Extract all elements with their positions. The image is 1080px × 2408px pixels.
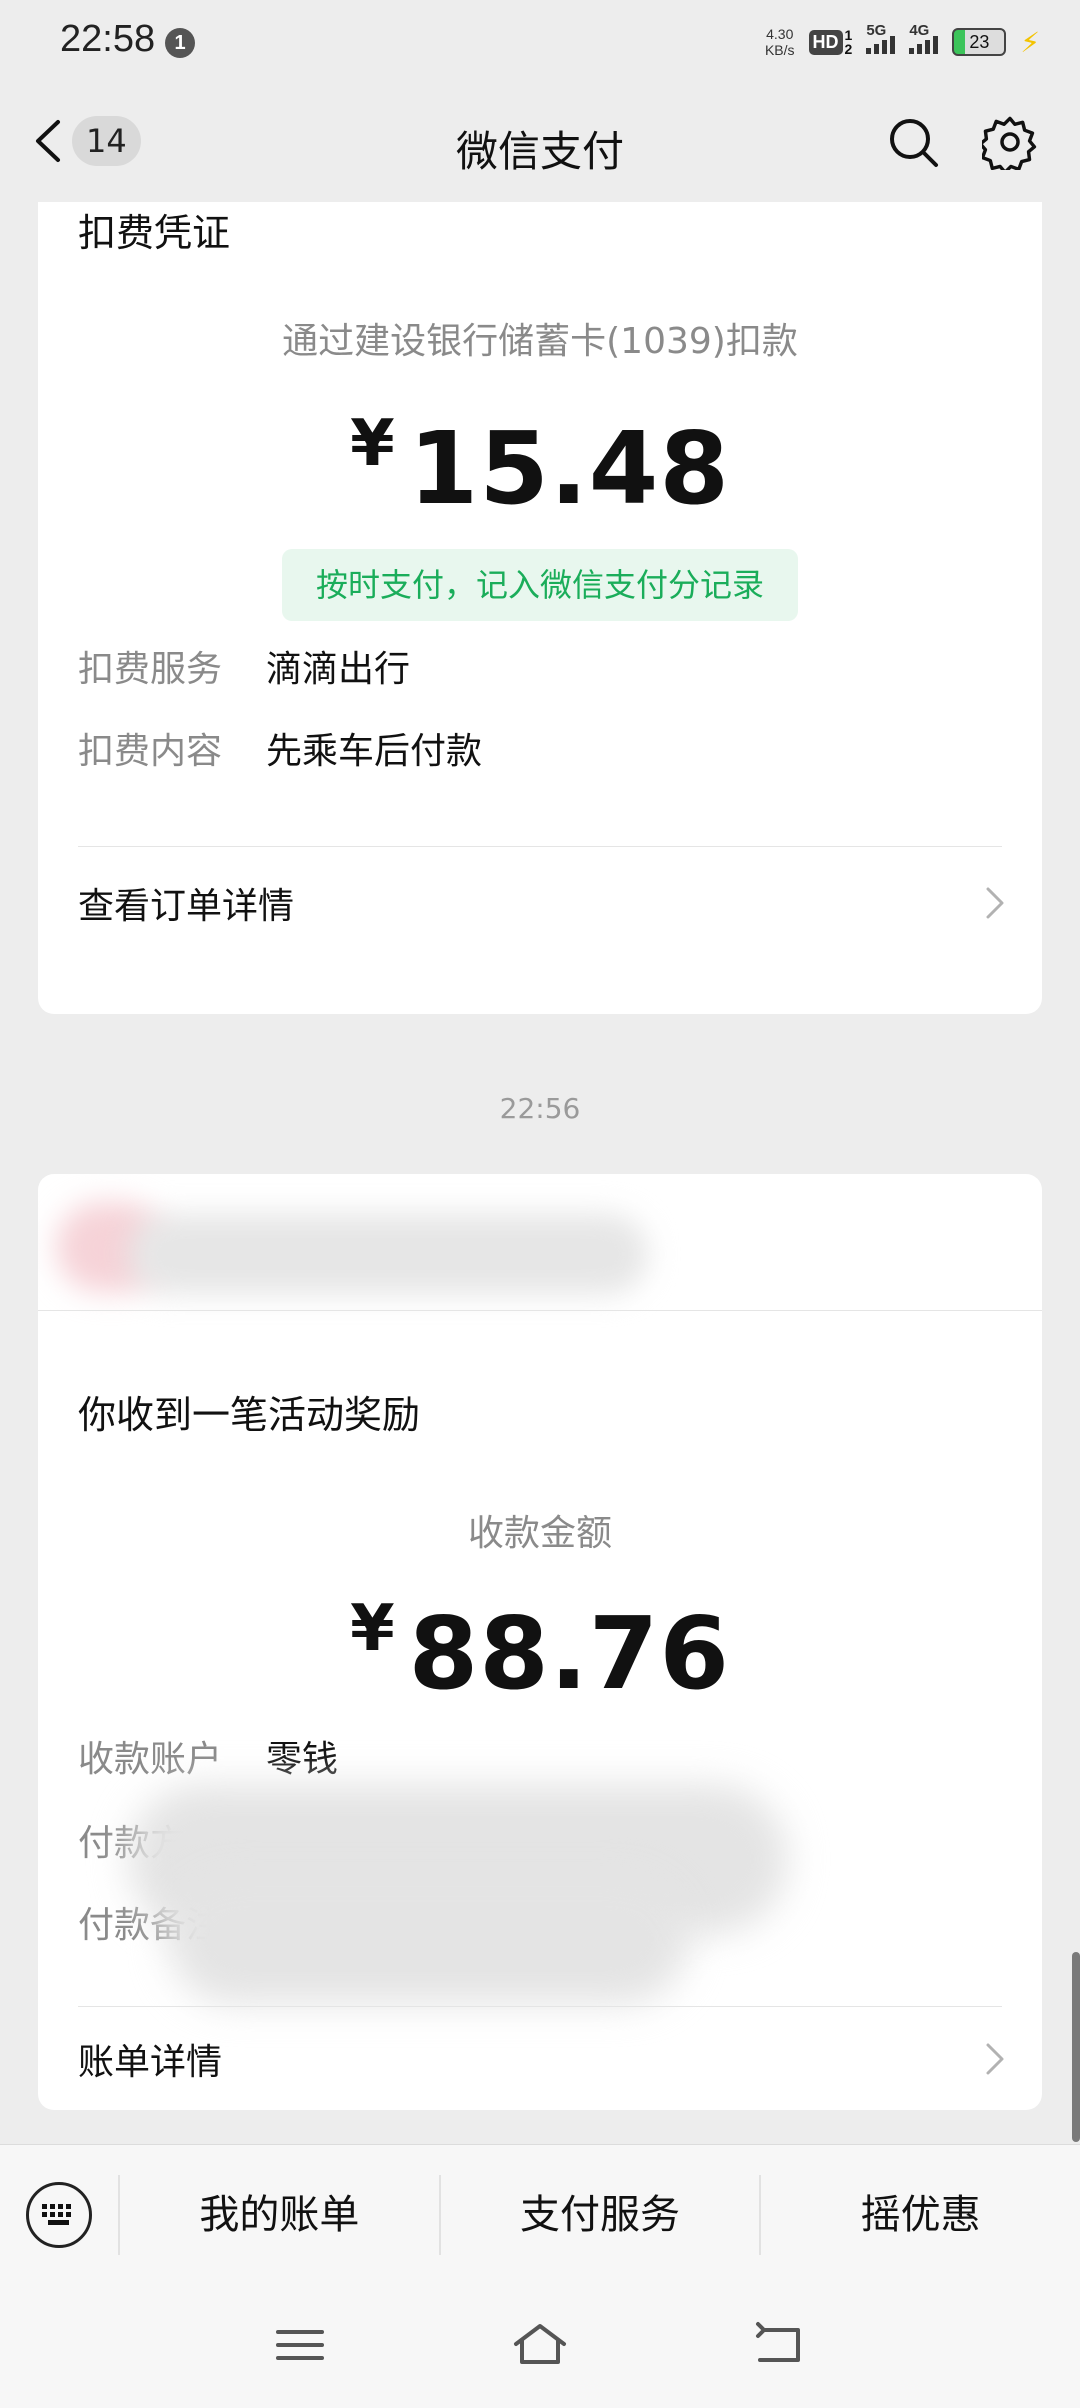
hd-badge: HD — [808, 29, 843, 55]
sim1-label: 1 — [844, 27, 853, 43]
redaction-overlay — [168, 1874, 688, 2004]
detail-label: 扣费内容 — [78, 731, 223, 772]
amount: ¥88.76 — [38, 1592, 1042, 1712]
status-bar: 22:58 1 4.30 KB/s HD 1 2 5G 4G 23 ⚡ — [0, 0, 1080, 80]
message-list[interactable]: 扣费凭证 通过建设银行储蓄卡(1039)扣款 ¥15.48 按时支付，记入微信支… — [0, 202, 1080, 2144]
payscore-badge: 按时支付，记入微信支付分记录 — [282, 549, 798, 621]
amount-value: 88.76 — [408, 1595, 730, 1712]
deduction-voucher-card[interactable]: 扣费凭证 通过建设银行储蓄卡(1039)扣款 ¥15.48 按时支付，记入微信支… — [38, 202, 1042, 1014]
link-label: 账单详情 — [78, 2041, 223, 2083]
amount: ¥15.48 — [38, 407, 1042, 527]
received-amount-label: 收款金额 — [467, 1513, 612, 1554]
menu-shake-offers[interactable]: 摇优惠 — [759, 2174, 1080, 2255]
nav-bar: 14 微信支付 — [0, 80, 1080, 202]
signal1-label: 5G — [866, 22, 887, 39]
view-order-details-link[interactable]: 查看订单详情 — [78, 847, 1006, 959]
chevron-right-icon — [986, 887, 1004, 919]
signal-5g-icon: 5G — [866, 22, 896, 54]
hd-indicator: HD 1 2 — [808, 28, 853, 56]
detail-value: 零钱 — [266, 1739, 339, 1780]
sim2-label: 2 — [844, 41, 853, 57]
reward-notification-card[interactable]: 你收到一笔活动奖励 收款金额 ¥88.76 收款账户 零钱 付款方 付款备注 账… — [38, 1174, 1042, 2110]
divider — [38, 1310, 1042, 1311]
currency-symbol: ¥ — [350, 1592, 395, 1666]
card-title: 你收到一笔活动奖励 — [78, 1393, 421, 1437]
sender-header[interactable] — [38, 1174, 1042, 1310]
status-indicators: 4.30 KB/s HD 1 2 5G 4G 23 ⚡ — [765, 22, 1040, 62]
battery-icon: 23 — [952, 28, 1007, 56]
system-navigation-bar — [0, 2284, 1080, 2408]
keyboard-icon — [26, 2181, 92, 2248]
card-title: 扣费凭证 — [78, 211, 231, 255]
network-speed-unit: KB/s — [764, 42, 795, 58]
sim-slots: 1 2 — [845, 28, 853, 56]
detail-row: 收款账户 零钱 — [78, 1730, 1002, 1780]
message-timestamp: 22:56 — [499, 1092, 581, 1125]
detail-value: 先乘车后付款 — [266, 731, 483, 772]
network-speed-value: 4.30 — [766, 26, 794, 42]
menu-payment-services[interactable]: 支付服务 — [438, 2174, 760, 2255]
currency-symbol: ¥ — [350, 407, 395, 481]
detail-label: 收款账户 — [78, 1739, 223, 1780]
notification-count-badge: 1 — [165, 28, 195, 58]
link-label: 查看订单详情 — [78, 886, 295, 927]
menu-my-bills[interactable]: 我的账单 — [118, 2174, 439, 2255]
detail-row: 扣费服务 滴滴出行 — [78, 640, 1002, 690]
charging-icon: ⚡ — [1020, 25, 1040, 59]
gear-icon[interactable] — [982, 114, 1038, 170]
search-icon[interactable] — [885, 114, 941, 170]
deduction-method: 通过建设银行储蓄卡(1039)扣款 — [282, 321, 798, 362]
amount-value: 15.48 — [408, 410, 730, 527]
detail-row: 扣费内容 先乘车后付款 — [78, 722, 1002, 772]
detail-value: 滴滴出行 — [266, 649, 411, 690]
sender-name-redacted — [128, 1214, 648, 1294]
signal2-label: 4G — [909, 22, 930, 39]
bill-details-link[interactable]: 账单详情 — [78, 2007, 1006, 2110]
menu-icon[interactable] — [270, 2320, 330, 2370]
back-arrow-icon[interactable] — [750, 2320, 810, 2370]
network-speed: 4.30 KB/s — [765, 26, 795, 58]
chevron-right-icon — [986, 2043, 1004, 2074]
scrollbar[interactable] — [1072, 1952, 1080, 2142]
home-icon[interactable] — [510, 2320, 570, 2370]
status-time: 22:58 — [60, 18, 156, 60]
signal-4g-icon: 4G — [909, 22, 939, 54]
bottom-menu: 我的账单 支付服务 摇优惠 — [0, 2144, 1080, 2284]
detail-label: 扣费服务 — [78, 649, 223, 690]
keyboard-toggle-button[interactable] — [0, 2145, 118, 2285]
